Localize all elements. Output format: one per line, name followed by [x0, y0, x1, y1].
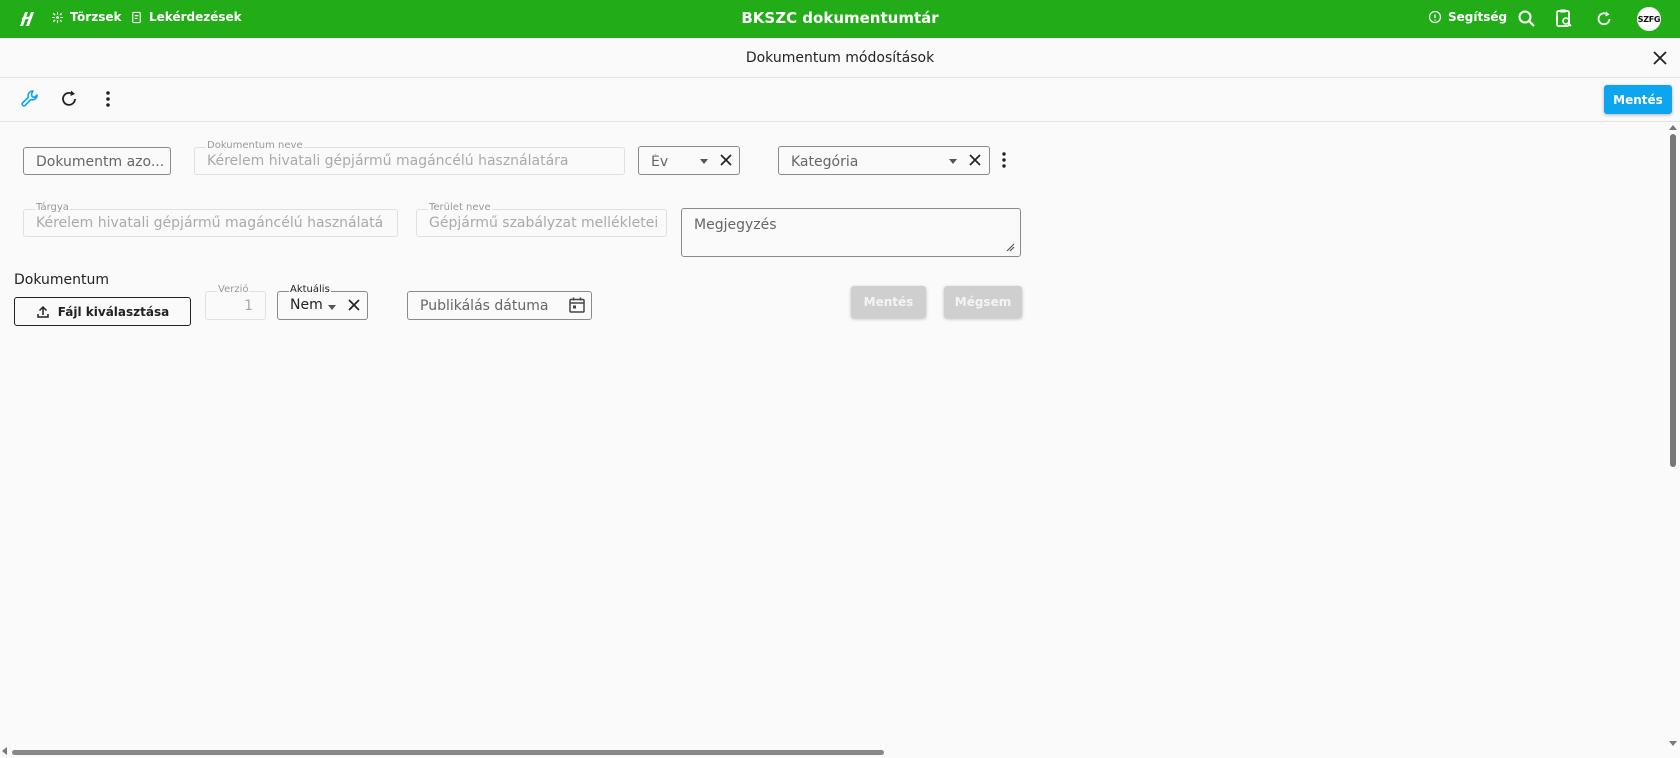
choose-file-button[interactable]: Fájl kiválasztása	[14, 297, 191, 326]
wrench-icon[interactable]	[19, 88, 41, 110]
help-button[interactable]: Segítség	[1428, 10, 1507, 24]
vertical-scrollbar[interactable]	[1666, 122, 1680, 758]
save-button[interactable]: Mentés	[1604, 85, 1672, 114]
help-label: Segítség	[1448, 10, 1508, 24]
more-vert-icon[interactable]	[97, 88, 119, 110]
clear-icon[interactable]	[968, 153, 982, 167]
note-placeholder: Megjegyzés	[694, 217, 777, 233]
area-name-label: Terület neve	[428, 202, 492, 213]
area-name-value: Gépjármű szabályzat mellékletei	[429, 215, 659, 231]
chevron-down-icon	[328, 305, 336, 310]
top-app-bar: Törzsek Lekérdezések BKSZC dokumentumtár…	[0, 0, 1680, 38]
document-name-label: Dokumentum neve	[206, 140, 304, 151]
calendar-icon[interactable]	[568, 296, 586, 314]
document-cancel-button[interactable]: Mégsem	[944, 286, 1022, 318]
publish-date-field[interactable]: Publikálás dátuma	[407, 291, 592, 320]
refresh-icon[interactable]	[1594, 9, 1614, 29]
clear-icon[interactable]	[719, 153, 733, 167]
clear-icon[interactable]	[347, 298, 361, 312]
current-select[interactable]: Aktuális Nem	[277, 284, 368, 320]
area-name-field: Terület neve Gépjármű szabályzat mellékl…	[416, 202, 667, 237]
chevron-down-icon	[949, 159, 957, 164]
more-vert-icon[interactable]	[994, 150, 1014, 170]
document-id-field[interactable]: Dokumentm azo...	[23, 147, 171, 175]
vertical-scrollbar-thumb[interactable]	[1670, 134, 1676, 467]
clipboard-search-icon[interactable]	[1554, 8, 1574, 28]
choose-file-label: Fájl kiválasztása	[57, 304, 170, 319]
current-value: Nem	[290, 297, 323, 313]
document-save-button[interactable]: Mentés	[851, 286, 926, 318]
document-id-placeholder: Dokumentm azo...	[36, 154, 165, 170]
upload-icon	[37, 305, 49, 318]
subject-value: Kérelem hivatali gépjármű magáncélú hasz…	[36, 215, 384, 231]
publish-date-placeholder: Publikálás dátuma	[420, 298, 549, 314]
chevron-down-icon	[700, 159, 708, 164]
version-label: Verzió	[217, 284, 250, 295]
horizontal-scrollbar-thumb[interactable]	[12, 750, 884, 755]
subject-field: Tárgya Kérelem hivatali gépjármű magáncé…	[23, 202, 398, 237]
scroll-down-icon[interactable]	[1669, 741, 1677, 746]
avatar[interactable]: SZFG	[1637, 7, 1661, 31]
note-textarea[interactable]: Megjegyzés	[681, 208, 1021, 257]
category-placeholder: Kategória	[791, 154, 859, 170]
search-icon[interactable]	[1517, 9, 1537, 29]
year-placeholder: Év	[651, 154, 669, 170]
page-title: Dokumentum módosítások	[745, 50, 935, 66]
resize-handle-icon[interactable]	[1006, 243, 1015, 252]
year-select[interactable]: Év	[638, 146, 740, 175]
dialog-titlebar: Dokumentum módosítások	[0, 38, 1680, 78]
category-select[interactable]: Kategória	[778, 146, 990, 175]
toolbar: Mentés	[0, 78, 1680, 122]
horizontal-scrollbar[interactable]	[0, 744, 1666, 758]
document-section-label: Dokumentum	[14, 272, 110, 288]
help-chat-icon	[1428, 10, 1442, 24]
refresh-icon[interactable]	[58, 88, 80, 110]
current-label: Aktuális	[289, 284, 331, 295]
scroll-up-icon[interactable]	[1669, 125, 1677, 130]
subject-label: Tárgya	[35, 202, 70, 213]
document-name-value: Kérelem hivatali gépjármű magáncélú hasz…	[207, 153, 569, 169]
document-name-field: Dokumentum neve Kérelem hivatali gépjárm…	[194, 140, 625, 175]
version-field: Verzió 1	[205, 284, 266, 320]
version-value: 1	[244, 298, 253, 314]
scroll-left-icon[interactable]	[2, 747, 7, 755]
close-icon[interactable]	[1650, 48, 1670, 68]
